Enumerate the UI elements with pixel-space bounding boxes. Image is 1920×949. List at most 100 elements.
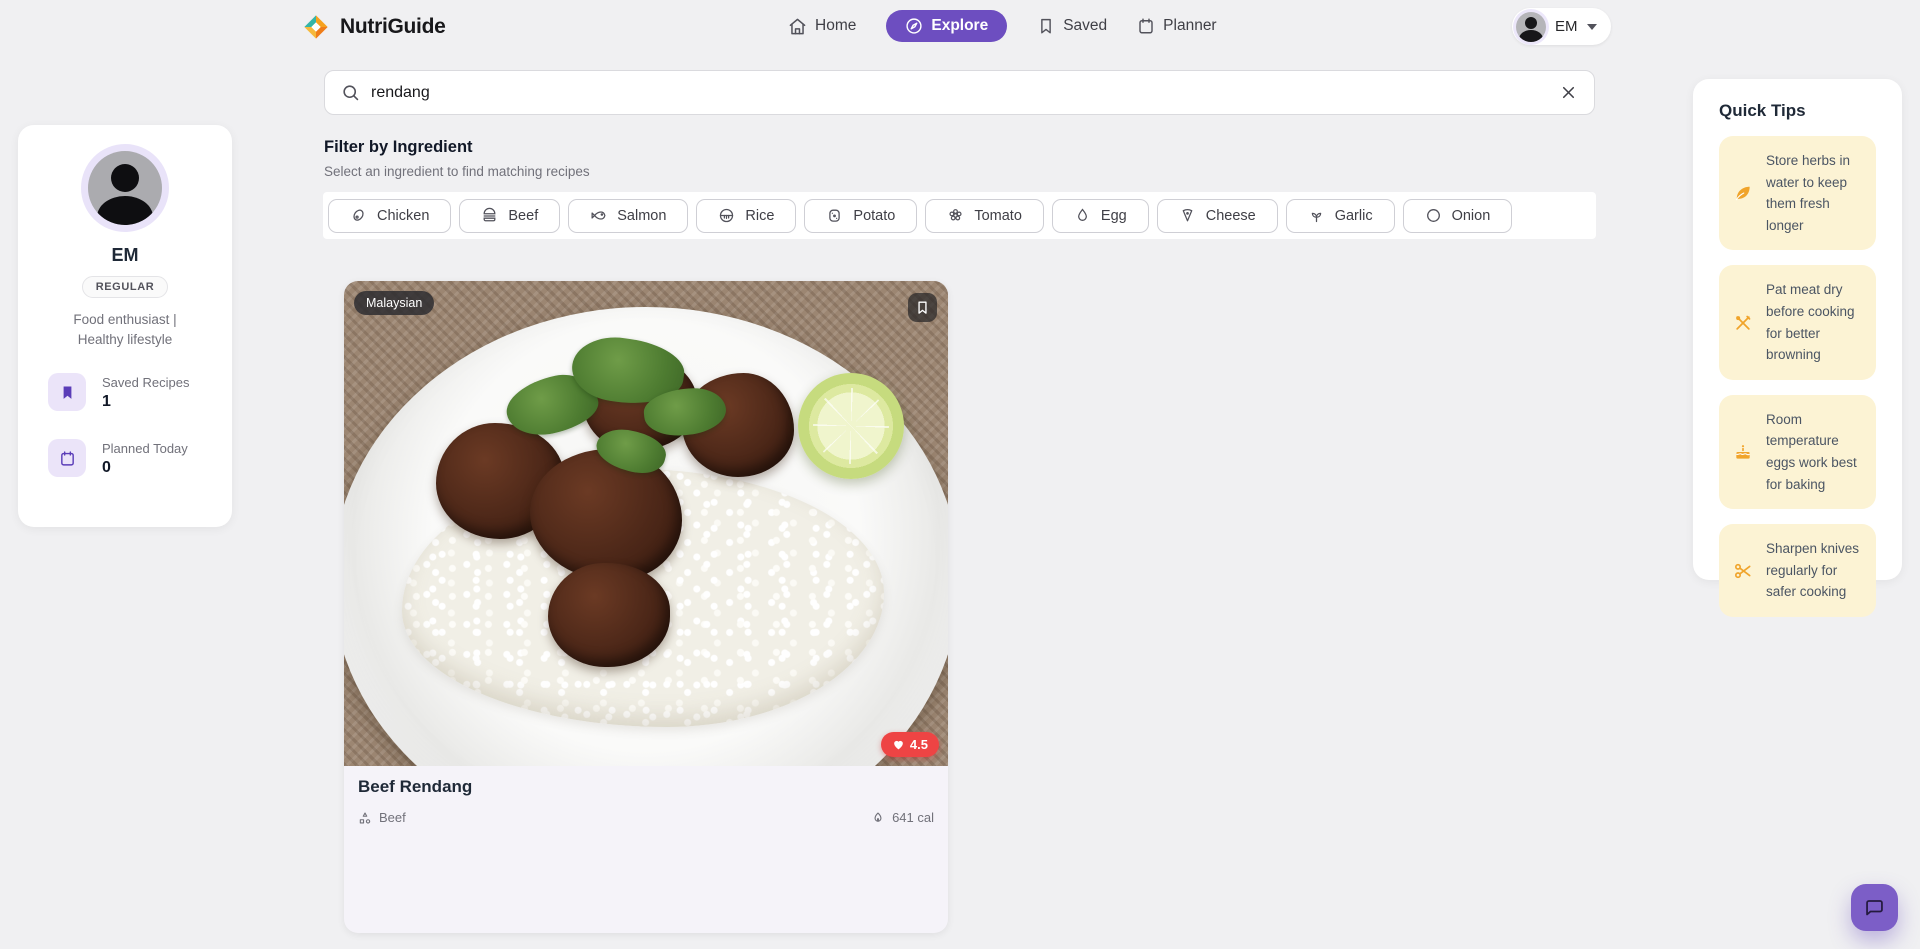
filter-section-title: Filter by Ingredient [324,138,473,157]
account-menu-button[interactable]: EM [1512,8,1611,45]
recipe-title: Beef Rendang [358,777,934,797]
chip-label: Cheese [1206,208,1256,224]
chip-label: Onion [1452,208,1491,224]
chat-bubble-icon [1864,897,1885,918]
chip-beef[interactable]: Beef [459,199,560,233]
chip-label: Potato [853,208,895,224]
stat-planned-today: Planned Today 0 [48,439,202,477]
flower-icon [947,207,964,224]
network-icon [358,811,372,825]
chip-potato[interactable]: Potato [804,199,917,233]
brand-name: NutriGuide [340,15,446,39]
circle-icon [1425,207,1442,224]
cheese-wedge-icon [1179,207,1196,224]
calendar-icon [48,439,86,477]
sprout-icon [1308,207,1325,224]
calories-label: 641 cal [892,810,934,825]
app-logo[interactable]: NutriGuide [302,13,446,41]
chip-rice[interactable]: Rice [696,199,796,233]
chat-button[interactable] [1851,884,1898,931]
scissors-icon [1733,561,1753,581]
chip-egg[interactable]: Egg [1052,199,1149,233]
leaf-icon [1733,183,1753,203]
heart-icon [892,738,905,751]
rating-badge: 4.5 [881,732,939,757]
search-bar [324,70,1595,115]
nav-item-planner[interactable]: Planner [1137,17,1216,35]
filter-section-subtitle: Select an ingredient to find matching re… [324,164,590,179]
nav-label: Explore [931,17,988,35]
chip-label: Chicken [377,208,429,224]
bookmark-icon [915,300,930,315]
recipe-card-body: Beef Rendang Beef 641 cal [344,766,948,836]
nav-label: Home [815,17,856,35]
bookmark-icon [1037,17,1055,35]
chip-label: Garlic [1335,208,1373,224]
avatar [88,151,162,225]
stat-value: 1 [102,393,189,411]
meat-graphic [548,563,670,667]
clear-search-button[interactable] [1559,83,1578,102]
utensils-crossed-icon [1733,313,1753,333]
chip-label: Egg [1101,208,1127,224]
chip-label: Salmon [617,208,666,224]
tier-badge: REGULAR [82,276,169,298]
flame-icon [871,811,885,825]
chevron-down-icon [1587,24,1597,30]
potato-icon [826,207,843,224]
lime-graphic [798,373,904,479]
rating-value: 4.5 [910,737,928,752]
bookmark-recipe-button[interactable] [908,293,937,322]
brand-diamond-icon [302,13,330,41]
chip-tomato[interactable]: Tomato [925,199,1044,233]
profile-tagline: Food enthusiast | Healthy lifestyle [50,310,200,349]
chip-salmon[interactable]: Salmon [568,199,688,233]
nav-item-home[interactable]: Home [788,17,856,36]
burger-icon [481,207,498,224]
tip-herbs: Store herbs in water to keep them fresh … [1719,136,1876,250]
main-nav: Home Explore Saved Planner [788,7,1217,45]
profile-card: EM REGULAR Food enthusiast | Healthy lif… [18,125,232,527]
tip-eggs: Room temperature eggs work best for baki… [1719,395,1876,509]
avatar [1516,12,1546,42]
egg-icon [1074,207,1091,224]
calendar-icon [1137,17,1155,35]
nav-item-saved[interactable]: Saved [1037,17,1107,35]
tip-text: Room temperature eggs work best for baki… [1766,409,1862,495]
quick-tips-panel: Quick Tips Store herbs in water to keep … [1693,79,1902,580]
recipe-calories: 641 cal [871,810,934,825]
cuisine-tag: Malaysian [354,291,434,315]
chip-label: Beef [508,208,538,224]
ingredient-chips-strip: Chicken Beef Salmon Rice Potato Tomato [323,192,1596,239]
drumstick-icon [350,207,367,224]
home-icon [788,17,807,36]
search-input[interactable] [371,84,1548,102]
compass-icon [905,17,923,35]
chip-cheese[interactable]: Cheese [1157,199,1278,233]
chip-label: Rice [745,208,774,224]
tip-text: Store herbs in water to keep them fresh … [1766,150,1862,236]
chip-label: Tomato [974,208,1022,224]
bookmark-icon [48,373,86,411]
quick-tips-title: Quick Tips [1719,101,1876,121]
tip-text: Pat meat dry before cooking for better b… [1766,279,1862,365]
account-initials: EM [1555,18,1578,35]
close-icon [1559,83,1578,102]
nav-item-explore[interactable]: Explore [886,10,1007,42]
cake-icon [1733,442,1753,462]
fish-icon [590,207,607,224]
stat-label: Saved Recipes [102,373,189,390]
chip-onion[interactable]: Onion [1403,199,1513,233]
stat-value: 0 [102,459,188,477]
rice-bowl-icon [718,207,735,224]
profile-name: EM [112,245,139,266]
chip-chicken[interactable]: Chicken [328,199,451,233]
recipe-card-beef-rendang[interactable]: Malaysian 4.5 Beef Rendang Beef 641 cal [344,281,948,933]
recipe-main-ingredient: Beef [358,810,406,825]
tip-text: Sharpen knives regularly for safer cooki… [1766,538,1862,603]
stat-label: Planned Today [102,439,188,456]
chip-garlic[interactable]: Garlic [1286,199,1395,233]
tip-meat: Pat meat dry before cooking for better b… [1719,265,1876,379]
tip-knives: Sharpen knives regularly for safer cooki… [1719,524,1876,617]
search-icon [341,83,360,102]
